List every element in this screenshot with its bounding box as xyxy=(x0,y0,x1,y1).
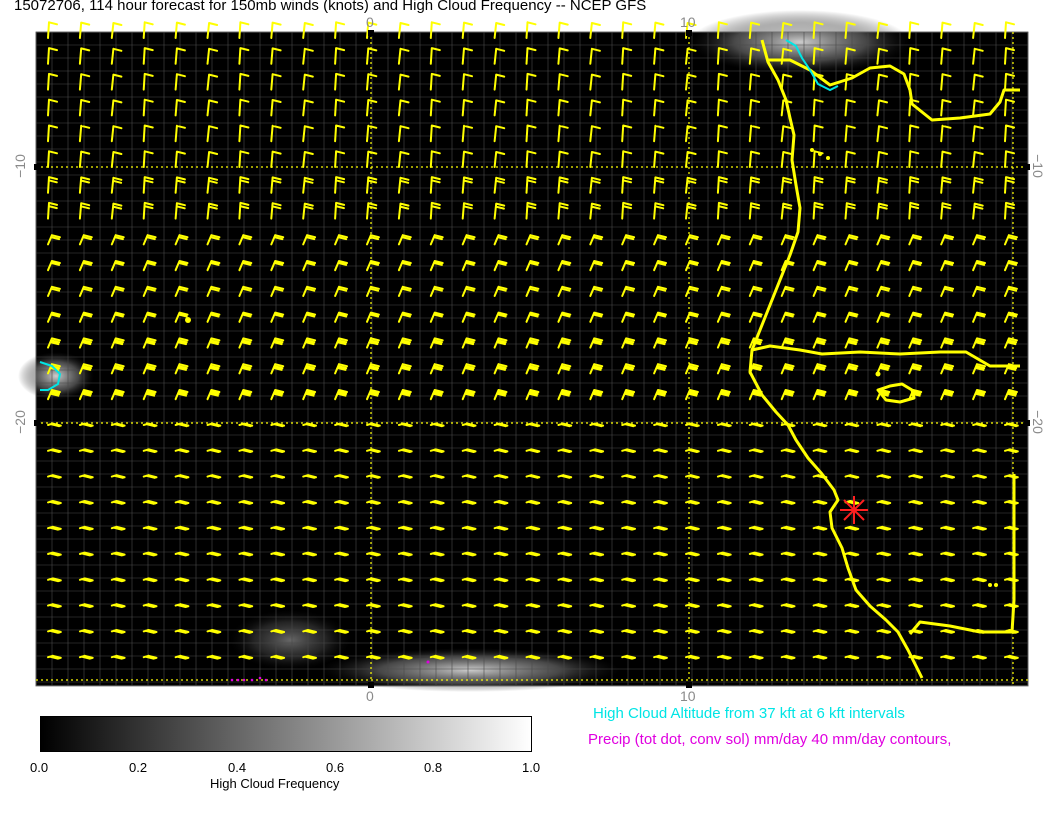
colorbar-label: 0.4 xyxy=(228,760,247,775)
legend-cloud-altitude: High Cloud Altitude from 37 kft at 6 kft… xyxy=(593,705,905,722)
bottom-tick-10: 10 xyxy=(680,688,696,704)
colorbar-label: 1.0 xyxy=(522,760,541,775)
colorbar xyxy=(40,716,532,752)
top-tick-10: 10 xyxy=(680,14,696,30)
colorbar-label: 0.6 xyxy=(326,760,345,775)
left-tick-minus10: −10 xyxy=(11,154,28,178)
right-tick-minus10: −10 xyxy=(1029,154,1046,178)
left-tick-minus20: −20 xyxy=(11,410,28,434)
forecast-map xyxy=(18,10,1030,692)
legend-precip: Precip (tot dot, conv sol) mm/day 40 mm/… xyxy=(588,731,952,748)
colorbar-label: 0.2 xyxy=(129,760,148,775)
bottom-tick-0: 0 xyxy=(366,688,374,704)
top-tick-0: 0 xyxy=(366,14,374,30)
colorbar-title: High Cloud Frequency xyxy=(210,776,340,791)
right-tick-minus20: −20 xyxy=(1029,410,1046,434)
colorbar-label: 0.8 xyxy=(424,760,443,775)
asterisk-star-icon xyxy=(840,496,868,524)
colorbar-label: 0.0 xyxy=(30,760,49,775)
